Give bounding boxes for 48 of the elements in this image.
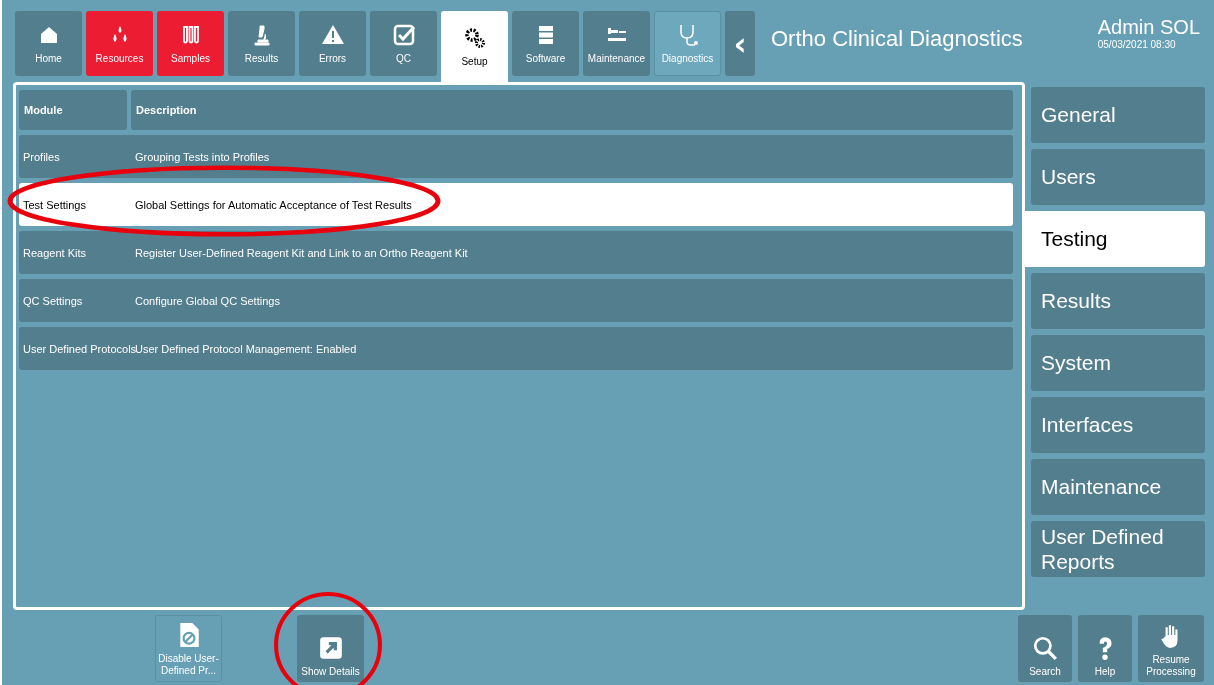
nav-tab[interactable]: Software [512,11,579,76]
sidebar-item[interactable]: Results [1031,273,1205,329]
gears-icon [462,26,487,50]
table-row[interactable]: QC Settings Configure Global QC Settings [19,279,1013,322]
table-cell-text: Reagent Kits [22,246,87,259]
table-cell-text: Test Settings [22,198,87,211]
table-cell: Configure Global QC Settings [135,294,280,307]
warning-icon [320,23,345,47]
checkbox-icon [391,23,416,47]
table-row[interactable]: Test Settings Global Settings for Automatic Acceptance of Test Results [19,183,1013,226]
nav-tab[interactable]: Resources [86,11,153,76]
table-row[interactable]: User Defined ProtocolsUser Defined Protocol Management: Enabled [19,327,1013,370]
nav-tab[interactable]: Errors [299,11,366,76]
sidebar-item[interactable]: User Defined Reports [1031,521,1205,577]
column-header: Module [19,90,127,130]
arrow-box-icon [317,634,344,662]
date-time: 05/03/2021 08:30 [1097,39,1177,50]
nav-tab[interactable]: Results [228,11,295,76]
table-cell-text: User Defined Protocols [22,342,135,355]
sidebar-item[interactable]: System [1031,335,1205,391]
sidebar-item[interactable]: Users [1031,149,1205,205]
table-row[interactable]: Profiles Grouping Tests into Profiles [19,135,1013,178]
nav-tab[interactable]: Diagnostics [654,11,721,76]
sidebar-item[interactable]: Testing [1023,211,1205,267]
tool-button[interactable]: Search [1018,615,1072,682]
nav-tab[interactable]: QC [370,11,437,76]
nav-tab[interactable]: Home [15,11,82,76]
sidebar-item[interactable]: Maintenance [1031,459,1205,515]
tool-button[interactable]: Resume Processing [1138,615,1204,682]
app-title: Ortho Clinical Diagnostics [771,26,1023,52]
back-button[interactable]: ‹ [725,11,755,76]
table-cell-text: Profiles [22,150,61,163]
table-cell-text: QC Settings [22,294,84,307]
tool-button[interactable]: Help [1078,615,1132,682]
search-icon [1032,634,1058,662]
table-cell: Grouping Tests into Profiles [135,150,270,163]
sidebar-item[interactable]: General [1031,87,1205,143]
table-row[interactable]: Reagent Kits Register User-Defined Reagent Kit and Link to an Ortho Reagent Kit [19,231,1013,274]
sidebar-item[interactable]: Interfaces [1031,397,1205,453]
nav-tab[interactable]: Samples [157,11,224,76]
nav-tab[interactable]: Maintenance [583,11,650,76]
table-cell: Global Settings for Automatic Acceptance of Test Results [135,198,412,211]
nav-tab[interactable]: Setup [441,11,508,82]
table-cell: Register User-Defined Reagent Kit and Link to an Ortho Reagent Kit [135,246,468,259]
action-button[interactable]: Show Details [297,615,364,682]
user-name: Admin SOL [1097,16,1200,39]
table-cell: User Defined Protocol Management: Enabled [135,342,357,355]
column-header: Description [131,90,1013,130]
